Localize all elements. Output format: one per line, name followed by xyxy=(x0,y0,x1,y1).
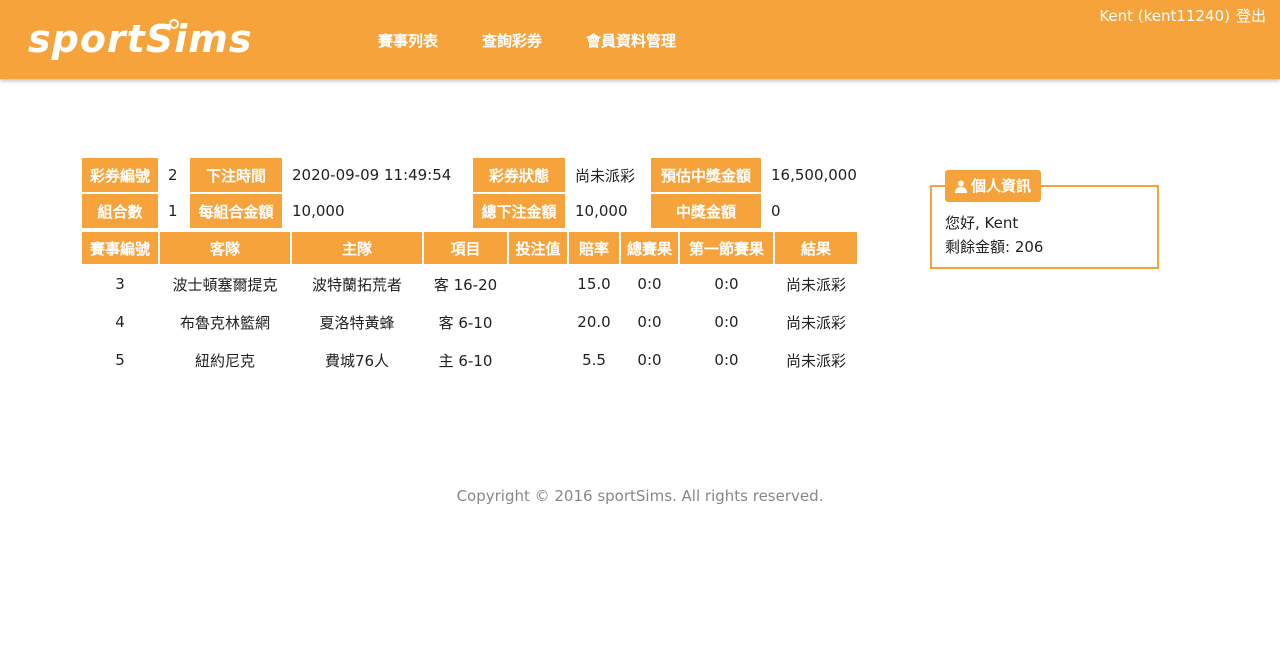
combos-value: 1 xyxy=(168,202,178,220)
result: 尚未派彩 xyxy=(785,313,846,332)
total-bet-label: 總下注金額 xyxy=(473,194,565,228)
bet-value xyxy=(509,266,567,302)
col-home-team: 主隊 xyxy=(292,232,422,264)
table-row: 5 紐約尼克 費城76人 主 6-10 5.5 0:0 0:0 尚未派彩 xyxy=(82,342,857,378)
ticket-status-value: 尚未派彩 xyxy=(575,166,636,185)
ticket-info-table: 彩券編號 2 下注時間 2020-09-09 11:49:54 彩券狀態 尚未派… xyxy=(80,156,871,230)
first-quarter-score: 0:0 xyxy=(714,275,739,293)
table-row: 3 波士頓塞爾提克 波特蘭拓荒者 客 16-20 15.0 0:0 0:0 尚未… xyxy=(82,266,857,302)
col-game-no: 賽事編號 xyxy=(82,232,158,264)
bet-time-value: 2020-09-09 11:49:54 xyxy=(292,166,452,184)
away-team: 布魯克林籃網 xyxy=(179,313,270,332)
result: 尚未派彩 xyxy=(785,275,846,294)
est-prize-label: 預估中獎金額 xyxy=(651,158,761,192)
prize-value: 0 xyxy=(771,202,781,220)
nav-game-list[interactable]: 賽事列表 xyxy=(378,31,438,51)
col-total-score: 總賽果 xyxy=(621,232,678,264)
away-team: 波士頓塞爾提克 xyxy=(172,275,278,294)
ticket-detail: 彩券編號 2 下注時間 2020-09-09 11:49:54 彩券狀態 尚未派… xyxy=(82,156,871,380)
col-first-quarter: 第一節賽果 xyxy=(680,232,773,264)
game-no: 5 xyxy=(115,351,125,369)
game-no: 4 xyxy=(115,313,125,331)
prize-label: 中獎金額 xyxy=(651,194,761,228)
bet-time-label: 下注時間 xyxy=(190,158,282,192)
home-team: 夏洛特黃蜂 xyxy=(319,313,395,332)
top-navbar: sportSims 賽事列表 查詢彩券 會員資料管理 Kent (kent112… xyxy=(0,0,1280,79)
odds: 20.0 xyxy=(577,313,611,331)
col-away-team: 客隊 xyxy=(160,232,290,264)
personal-info-title-text: 個人資訊 xyxy=(971,177,1032,195)
balance: 剩餘金額: 206 xyxy=(945,238,1044,256)
user-bar: Kent (kent11240) 登出 xyxy=(1099,6,1266,26)
total-score: 0:0 xyxy=(637,275,662,293)
combos-label: 組合數 xyxy=(82,194,158,228)
total-score: 0:0 xyxy=(637,351,662,369)
bet-value xyxy=(509,304,567,340)
user-icon xyxy=(955,180,967,193)
greeting: 您好, Kent xyxy=(945,214,1019,232)
col-bet-value: 投注值 xyxy=(509,232,567,264)
result: 尚未派彩 xyxy=(785,351,846,370)
main-nav: 賽事列表 查詢彩券 會員資料管理 xyxy=(378,31,720,51)
home-team: 波特蘭拓荒者 xyxy=(311,275,402,294)
personal-info-body: 您好, Kent 剩餘金額: 206 xyxy=(945,211,1043,259)
games-table: 賽事編號 客隊 主隊 項目 投注值 賠率 總賽果 第一節賽果 結果 3 波士頓塞… xyxy=(80,230,859,380)
personal-info-panel: 個人資訊 您好, Kent 剩餘金額: 206 xyxy=(930,170,1159,269)
ticket-no-value: 2 xyxy=(168,166,178,184)
odds: 15.0 xyxy=(577,275,611,293)
logout-link[interactable]: 登出 xyxy=(1236,7,1266,25)
logo[interactable]: sportSims xyxy=(28,14,251,64)
est-prize-value: 16,500,000 xyxy=(771,166,857,184)
away-team: 紐約尼克 xyxy=(194,351,255,370)
first-quarter-score: 0:0 xyxy=(714,313,739,331)
home-team: 費城76人 xyxy=(324,351,390,370)
per-combo-value: 10,000 xyxy=(292,202,345,220)
col-odds: 賠率 xyxy=(569,232,619,264)
odds: 5.5 xyxy=(582,351,606,369)
bet-item: 客 16-20 xyxy=(433,275,498,294)
nav-member-management[interactable]: 會員資料管理 xyxy=(586,31,676,51)
bet-item: 主 6-10 xyxy=(438,351,493,370)
bet-item: 客 6-10 xyxy=(438,313,493,332)
basketball-icon xyxy=(169,19,179,29)
footer-copyright: Copyright © 2016 sportSims. All rights r… xyxy=(456,487,824,505)
nav-query-ticket[interactable]: 查詢彩券 xyxy=(482,31,542,51)
per-combo-label: 每組合金額 xyxy=(190,194,282,228)
col-item: 項目 xyxy=(424,232,507,264)
game-no: 3 xyxy=(115,275,125,293)
logo-text: sportSims xyxy=(28,17,253,61)
user-name[interactable]: Kent (kent11240) xyxy=(1099,7,1230,25)
ticket-status-label: 彩券狀態 xyxy=(473,158,565,192)
personal-info-title: 個人資訊 xyxy=(945,170,1042,202)
ticket-no-label: 彩券編號 xyxy=(82,158,158,192)
total-score: 0:0 xyxy=(637,313,662,331)
total-bet-value: 10,000 xyxy=(575,202,628,220)
col-result: 結果 xyxy=(775,232,857,264)
first-quarter-score: 0:0 xyxy=(714,351,739,369)
table-row: 4 布魯克林籃網 夏洛特黃蜂 客 6-10 20.0 0:0 0:0 尚未派彩 xyxy=(82,304,857,340)
bet-value xyxy=(509,342,567,378)
